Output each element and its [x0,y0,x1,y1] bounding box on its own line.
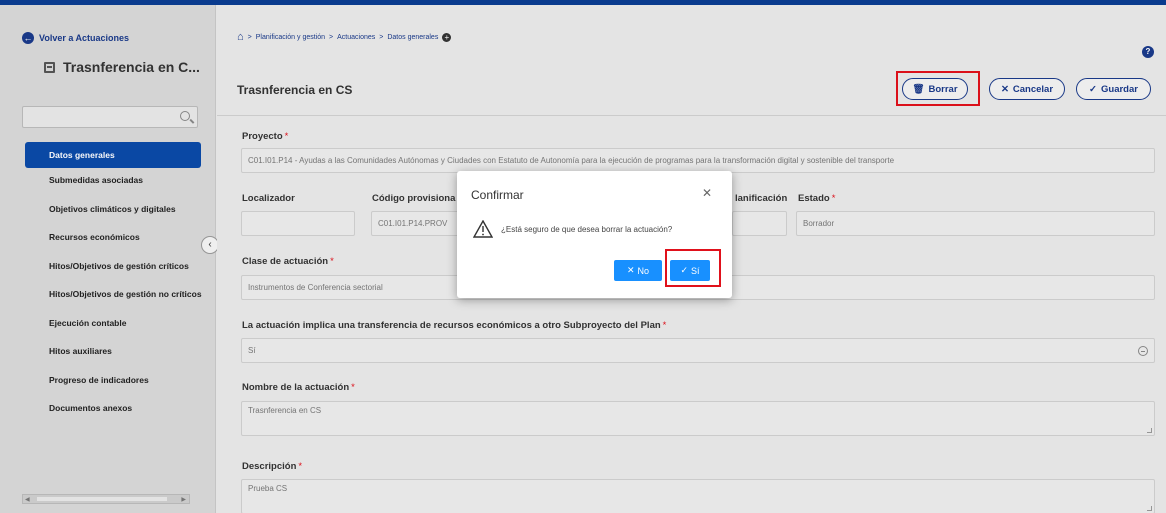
dialog-message: ¿Está seguro de que desea borrar la actu… [501,225,673,234]
highlight-box-si [665,249,721,287]
close-icon: ✕ [626,265,635,275]
warning-icon [473,220,493,238]
dialog-title: Confirmar [471,188,524,202]
close-dialog-icon[interactable]: ✕ [702,186,712,200]
no-button[interactable]: ✕ No [614,260,662,281]
